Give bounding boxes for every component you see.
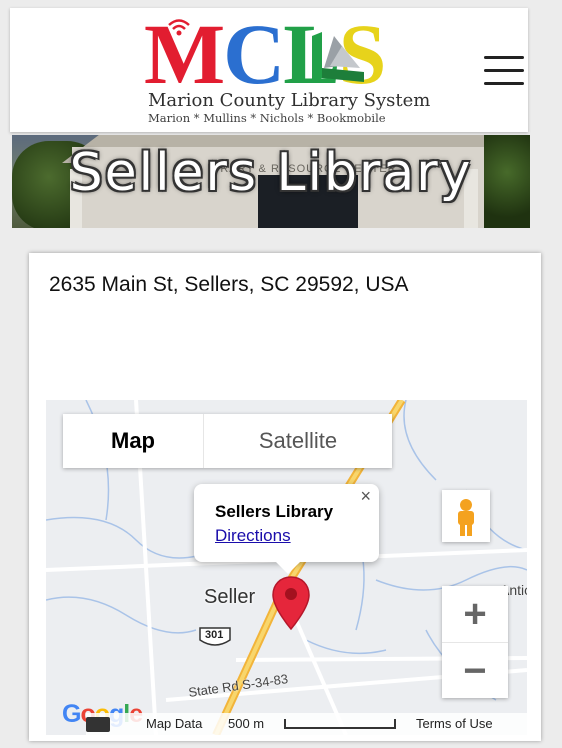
map-type-control: Map Satellite — [63, 414, 392, 468]
info-window: Sellers Library Directions × — [194, 484, 379, 574]
highway-number: 301 — [205, 629, 224, 641]
menu-line — [484, 56, 524, 59]
scale-label[interactable]: 500 m — [228, 716, 264, 731]
minus-icon: − — [463, 649, 487, 693]
scale-bar — [284, 719, 396, 729]
info-window-title: Sellers Library — [215, 502, 334, 521]
pegman-icon — [458, 499, 474, 536]
zoom-in-button[interactable]: + — [442, 586, 508, 642]
menu-line — [484, 82, 524, 85]
keyboard-icon[interactable] — [86, 717, 110, 732]
logo-subtitle: Marion * Mullins * Nichols * Bookmobile — [148, 111, 386, 125]
plus-icon: + — [463, 592, 487, 636]
zoom-control: + − — [442, 586, 508, 698]
logo-letter-c: C — [223, 6, 285, 102]
location-card: 2635 Main St, Sellers, SC 29592, USA Map… — [29, 253, 541, 741]
address: 2635 Main St, Sellers, SC 29592, USA — [49, 273, 409, 296]
library-banner: BRARY & RESOURCE CENTER Sellers Library — [12, 135, 530, 228]
google-logo-letter: G — [62, 700, 81, 728]
highway-shield: 301 — [198, 626, 232, 648]
close-icon[interactable]: × — [360, 486, 371, 507]
google-map[interactable]: Map Satellite Sellers Library Directions… — [46, 400, 527, 735]
map-data-link[interactable]: Map Data — [146, 716, 202, 731]
map-type-satellite-button[interactable]: Satellite — [204, 414, 392, 468]
directions-link[interactable]: Directions — [215, 526, 291, 546]
page-title: Sellers Library — [69, 143, 473, 203]
street-view-pegman-icon[interactable] — [442, 490, 490, 542]
book-icon — [312, 32, 364, 82]
zoom-out-button[interactable]: − — [442, 642, 508, 699]
map-type-map-button[interactable]: Map — [63, 414, 204, 468]
map-pin-icon[interactable] — [271, 575, 311, 631]
terms-of-use-link[interactable]: Terms of Use — [416, 716, 493, 731]
map-footer: Map Data 500 m Terms of Use — [86, 713, 527, 735]
wifi-icon — [168, 19, 190, 36]
hamburger-menu-icon[interactable] — [484, 56, 524, 90]
menu-line — [484, 69, 524, 72]
site-header: M C L S Marion County Library System Mar… — [10, 8, 528, 132]
mcls-logo[interactable]: M C L S Marion County Library System Mar… — [138, 6, 458, 130]
logo-title: Marion County Library System — [148, 90, 431, 111]
town-label: Seller — [204, 586, 256, 608]
